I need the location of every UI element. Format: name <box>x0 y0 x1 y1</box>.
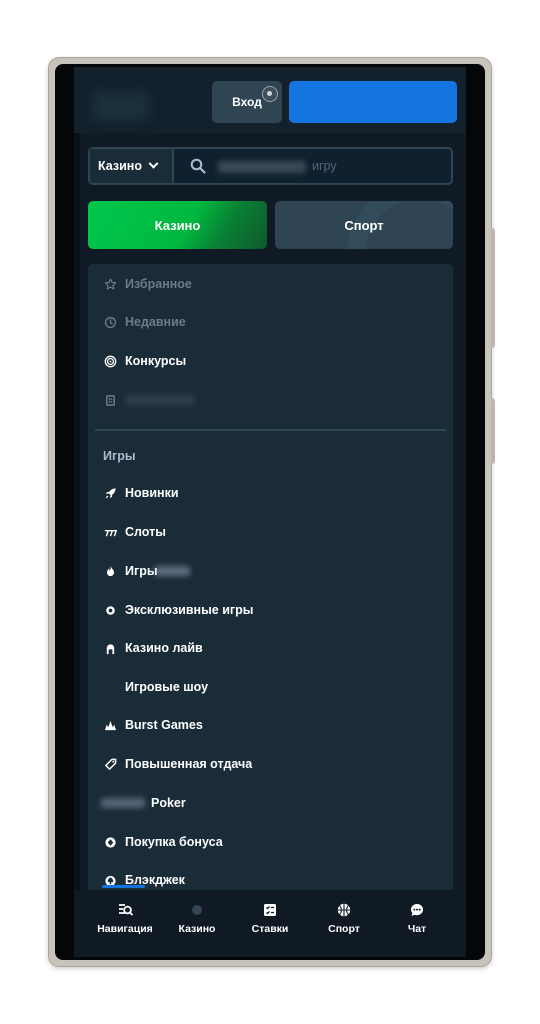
menu-item-popular-games[interactable]: Игры <box>88 553 453 589</box>
menu-item-game-shows[interactable]: Игровые шоу <box>88 669 453 705</box>
receipt-icon <box>103 393 117 407</box>
nav-label: Чат <box>407 923 427 935</box>
bonus-buy-icon <box>103 835 117 849</box>
volume-button <box>491 228 495 348</box>
navigation-menu: Избранное Недавние Конкурсы Игры Новинки… <box>88 264 453 904</box>
category-select-value: Казино <box>98 159 142 173</box>
menu-item-label: Избранное <box>125 277 192 291</box>
blurred-label <box>101 798 145 808</box>
search-placeholder-text: игру <box>312 159 337 173</box>
menu-item-new[interactable]: Новинки <box>88 475 453 511</box>
menu-item-hidden[interactable] <box>88 382 453 418</box>
star-icon <box>103 277 117 291</box>
games-section-title: Игры <box>103 449 136 463</box>
menu-item-label: Покупка бонуса <box>125 835 223 849</box>
menu-item-label: Poker <box>151 796 186 810</box>
live-dealer-icon <box>103 641 117 655</box>
menu-divider <box>95 429 446 431</box>
menu-item-label: Burst Games <box>125 718 203 732</box>
flame-icon <box>103 564 117 578</box>
menu-item-label: Слоты <box>125 525 166 539</box>
scroll-indicator <box>102 885 145 888</box>
nav-label: Навигация <box>97 923 153 935</box>
nav-item-sport[interactable]: Спорт <box>309 902 379 935</box>
menu-item-poker[interactable]: Poker <box>88 785 453 821</box>
power-button <box>491 398 495 464</box>
slots-icon <box>103 525 117 539</box>
nav-label: Ставки <box>251 923 289 935</box>
search-icon <box>190 158 206 174</box>
menu-item-label: Эксклюзивные игры <box>125 603 254 617</box>
category-select[interactable]: Казино <box>90 149 174 183</box>
sport-toggle-button[interactable]: Спорт <box>275 201 453 249</box>
menu-item-label: Игровые шоу <box>125 680 209 694</box>
casino-icon <box>189 902 205 918</box>
chevron-down-icon <box>148 158 159 169</box>
history-icon <box>103 315 117 329</box>
app-screen: Вход Казино игру Казино Спорт Избранное <box>74 67 466 957</box>
search-placeholder-blur <box>218 160 306 173</box>
menu-item-slots[interactable]: Слоты <box>88 514 453 550</box>
nav-item-chat[interactable]: Чат <box>382 902 452 935</box>
menu-item-favourites[interactable]: Избранное <box>88 266 453 302</box>
menu-item-label: Новинки <box>125 486 179 500</box>
rtp-icon <box>103 757 117 771</box>
blurred-label <box>125 395 195 405</box>
casino-toggle-label: Казино <box>154 217 201 233</box>
target-icon <box>103 354 117 368</box>
nav-label: Казино <box>178 923 216 935</box>
sport-toggle-label: Спорт <box>344 217 384 233</box>
menu-item-label: Повышенная отдача <box>125 757 253 771</box>
menu-item-bonus-buy[interactable]: Покупка бонуса <box>88 824 453 860</box>
menu-item-burst-games[interactable]: Burst Games <box>88 707 453 743</box>
chat-icon <box>409 902 425 918</box>
login-label: Вход <box>232 95 262 109</box>
notification-dot-icon <box>262 86 278 102</box>
exclusive-icon <box>103 603 117 617</box>
browse-icon <box>117 902 133 918</box>
casino-toggle-button[interactable]: Казино <box>88 201 267 249</box>
menu-item-label: Недавние <box>125 315 186 329</box>
menu-item-live-casino[interactable]: Казино лайв <box>88 630 453 666</box>
search-input[interactable]: игру <box>218 159 337 173</box>
top-header: Вход <box>74 67 466 133</box>
sport-ball-icon <box>336 902 352 918</box>
register-button[interactable] <box>289 81 457 123</box>
menu-item-label: Конкурсы <box>125 354 187 368</box>
nav-item-browse[interactable]: Навигация <box>90 902 160 935</box>
menu-item-recent[interactable]: Недавние <box>88 304 453 340</box>
menu-item-label: Игры <box>125 564 158 578</box>
menu-item-exclusive-games[interactable]: Эксклюзивные игры <box>88 592 453 628</box>
logo[interactable] <box>92 91 150 121</box>
bottom-navigation: Навигация Казино Ставки Спорт Чат <box>74 890 466 957</box>
menu-item-contests[interactable]: Конкурсы <box>88 343 453 379</box>
nav-item-casino[interactable]: Казино <box>162 902 232 935</box>
nav-item-bets[interactable]: Ставки <box>235 902 305 935</box>
nav-label: Спорт <box>328 923 360 935</box>
search-bar: Казино игру <box>88 147 453 185</box>
menu-item-high-rtp[interactable]: Повышенная отдача <box>88 746 453 782</box>
menu-item-label: Казино лайв <box>125 641 203 655</box>
bets-icon <box>262 902 278 918</box>
blurred-label <box>153 566 190 576</box>
login-button[interactable]: Вход <box>212 81 282 123</box>
rocket-icon <box>103 486 117 500</box>
burst-icon <box>103 718 117 732</box>
game-show-icon <box>103 680 117 694</box>
